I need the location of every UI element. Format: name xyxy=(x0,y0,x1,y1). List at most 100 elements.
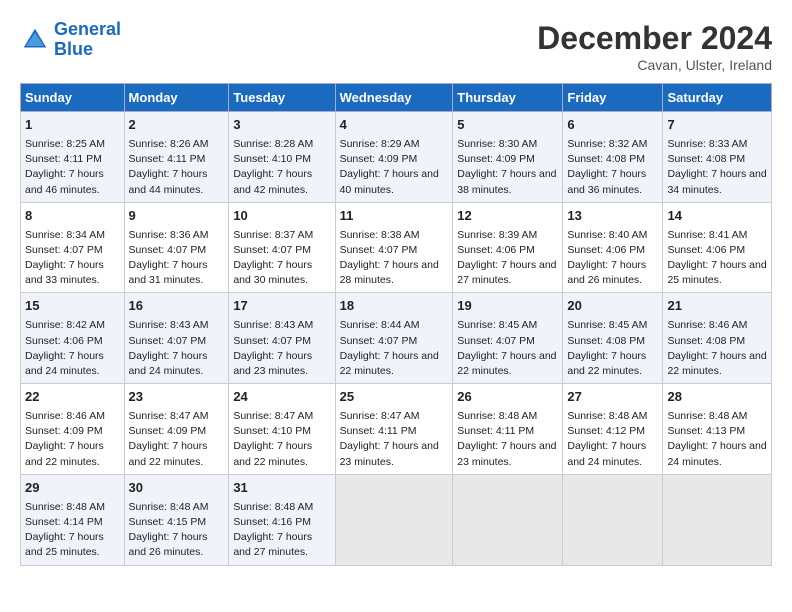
subtitle: Cavan, Ulster, Ireland xyxy=(537,57,772,73)
day-number: 4 xyxy=(340,116,449,135)
day-number: 28 xyxy=(667,388,767,407)
day-cell: 7Sunrise: 8:33 AMSunset: 4:08 PMDaylight… xyxy=(663,112,772,203)
daylight: Daylight: 7 hours and 24 minutes. xyxy=(567,440,646,467)
week-row-1: 1Sunrise: 8:25 AMSunset: 4:11 PMDaylight… xyxy=(21,112,772,203)
daylight: Daylight: 7 hours and 27 minutes. xyxy=(233,531,312,558)
day-number: 3 xyxy=(233,116,330,135)
sunset: Sunset: 4:09 PM xyxy=(25,425,103,437)
sunset: Sunset: 4:06 PM xyxy=(567,244,645,256)
sunset: Sunset: 4:11 PM xyxy=(340,425,417,437)
day-cell xyxy=(563,474,663,565)
day-header-friday: Friday xyxy=(563,84,663,112)
daylight: Daylight: 7 hours and 22 minutes. xyxy=(457,350,556,377)
day-cell: 24 Sunrise: 8:47 AM Sunset: 4:10 PM Dayligh… xyxy=(229,384,335,475)
sunrise: Sunrise: 8:48 AM xyxy=(667,410,747,422)
daylight: Daylight: 7 hours and 33 minutes. xyxy=(25,259,104,286)
daylight: Daylight: 7 hours and 23 minutes. xyxy=(233,350,312,377)
daylight: Daylight: 7 hours and 36 minutes. xyxy=(567,168,646,195)
sunset: Sunset: 4:10 PM xyxy=(233,425,311,437)
sunset: Sunset: 4:07 PM xyxy=(233,335,311,347)
day-cell: 26Sunrise: 8:48 AMSunset: 4:11 PMDayligh… xyxy=(453,384,563,475)
sunrise: Sunrise: 8:45 AM xyxy=(567,319,647,331)
sunrise: Sunrise: 8:46 AM xyxy=(667,319,747,331)
day-cell: 28 Sunrise: 8:48 AM Sunset: 4:13 PM Dayligh… xyxy=(663,384,772,475)
daylight: Daylight: 7 hours and 23 minutes. xyxy=(340,440,439,467)
day-cell: 1Sunrise: 8:25 AMSunset: 4:11 PMDaylight… xyxy=(21,112,125,203)
day-number: 25 xyxy=(340,388,449,407)
sunset: Sunset: 4:08 PM xyxy=(567,335,645,347)
daylight: Daylight: 7 hours and 26 minutes. xyxy=(567,259,646,286)
sunrise: Sunrise: 8:43 AM xyxy=(129,319,209,331)
sunrise: Sunrise: 8:41 AM xyxy=(667,229,747,241)
day-cell: 17Sunrise: 8:43 AMSunset: 4:07 PMDayligh… xyxy=(229,293,335,384)
sunset: Sunset: 4:07 PM xyxy=(129,244,207,256)
day-header-thursday: Thursday xyxy=(453,84,563,112)
daylight: Daylight: 7 hours and 44 minutes. xyxy=(129,168,208,195)
daylight: Daylight: 7 hours and 22 minutes. xyxy=(129,440,208,467)
sunset: Sunset: 4:07 PM xyxy=(457,335,535,347)
daylight: Daylight: 7 hours and 25 minutes. xyxy=(25,531,104,558)
day-number: 2 xyxy=(129,116,225,135)
daylight: Daylight: 7 hours and 27 minutes. xyxy=(457,259,556,286)
daylight: Daylight: 7 hours and 34 minutes. xyxy=(667,168,766,195)
day-number: 24 xyxy=(233,388,330,407)
day-number: 19 xyxy=(457,297,558,316)
daylight: Daylight: 7 hours and 28 minutes. xyxy=(340,259,439,286)
daylight: Daylight: 7 hours and 22 minutes. xyxy=(340,350,439,377)
day-number: 15 xyxy=(25,297,120,316)
sunset: Sunset: 4:07 PM xyxy=(340,244,418,256)
day-number: 20 xyxy=(567,297,658,316)
sunset: Sunset: 4:09 PM xyxy=(457,153,535,165)
sunrise: Sunrise: 8:47 AM xyxy=(233,410,313,422)
day-number: 27 xyxy=(567,388,658,407)
day-number: 29 xyxy=(25,479,120,498)
day-cell: 23Sunrise: 8:47 AMSunset: 4:09 PMDayligh… xyxy=(124,384,229,475)
sunset: Sunset: 4:16 PM xyxy=(233,516,311,528)
page-header: General Blue December 2024 Cavan, Ulster… xyxy=(20,20,772,73)
sunrise: Sunrise: 8:47 AM xyxy=(340,410,420,422)
daylight: Daylight: 7 hours and 30 minutes. xyxy=(233,259,312,286)
sunset: Sunset: 4:06 PM xyxy=(25,335,103,347)
day-header-tuesday: Tuesday xyxy=(229,84,335,112)
sunrise: Sunrise: 8:25 AM xyxy=(25,138,105,150)
day-cell: 19Sunrise: 8:45 AMSunset: 4:07 PMDayligh… xyxy=(453,293,563,384)
daylight: Daylight: 7 hours and 26 minutes. xyxy=(129,531,208,558)
day-number: 5 xyxy=(457,116,558,135)
daylight: Daylight: 7 hours and 24 minutes. xyxy=(129,350,208,377)
sunset: Sunset: 4:14 PM xyxy=(25,516,103,528)
daylight: Daylight: 7 hours and 22 minutes. xyxy=(567,350,646,377)
day-cell: 13Sunrise: 8:40 AMSunset: 4:06 PMDayligh… xyxy=(563,202,663,293)
sunrise: Sunrise: 8:46 AM xyxy=(25,410,105,422)
day-number: 16 xyxy=(129,297,225,316)
day-cell: 25 Sunrise: 8:47 AM Sunset: 4:11 PM Dayligh… xyxy=(335,384,453,475)
sunrise: Sunrise: 8:48 AM xyxy=(25,501,105,513)
week-row-3: 15Sunrise: 8:42 AMSunset: 4:06 PMDayligh… xyxy=(21,293,772,384)
main-title: December 2024 xyxy=(537,20,772,57)
day-cell: 18Sunrise: 8:44 AMSunset: 4:07 PMDayligh… xyxy=(335,293,453,384)
sunrise: Sunrise: 8:30 AM xyxy=(457,138,537,150)
sunset: Sunset: 4:07 PM xyxy=(129,335,207,347)
title-block: December 2024 Cavan, Ulster, Ireland xyxy=(537,20,772,73)
day-cell xyxy=(335,474,453,565)
week-row-4: 22Sunrise: 8:46 AMSunset: 4:09 PMDayligh… xyxy=(21,384,772,475)
day-cell: 20 Sunrise: 8:45 AM Sunset: 4:08 PM Dayligh… xyxy=(563,293,663,384)
sunset: Sunset: 4:11 PM xyxy=(129,153,206,165)
day-cell: 6Sunrise: 8:32 AMSunset: 4:08 PMDaylight… xyxy=(563,112,663,203)
sunset: Sunset: 4:13 PM xyxy=(667,425,745,437)
logo-icon xyxy=(20,25,50,55)
sunrise: Sunrise: 8:37 AM xyxy=(233,229,313,241)
daylight: Daylight: 7 hours and 22 minutes. xyxy=(233,440,312,467)
sunrise: Sunrise: 8:33 AM xyxy=(667,138,747,150)
day-header-saturday: Saturday xyxy=(663,84,772,112)
daylight: Daylight: 7 hours and 22 minutes. xyxy=(25,440,104,467)
sunrise: Sunrise: 8:48 AM xyxy=(233,501,313,513)
day-number: 8 xyxy=(25,207,120,226)
sunrise: Sunrise: 8:48 AM xyxy=(129,501,209,513)
sunset: Sunset: 4:11 PM xyxy=(25,153,102,165)
day-cell: 22Sunrise: 8:46 AMSunset: 4:09 PMDayligh… xyxy=(21,384,125,475)
sunrise: Sunrise: 8:36 AM xyxy=(129,229,209,241)
daylight: Daylight: 7 hours and 24 minutes. xyxy=(667,440,766,467)
day-header-monday: Monday xyxy=(124,84,229,112)
day-cell: 10Sunrise: 8:37 AMSunset: 4:07 PMDayligh… xyxy=(229,202,335,293)
daylight: Daylight: 7 hours and 40 minutes. xyxy=(340,168,439,195)
